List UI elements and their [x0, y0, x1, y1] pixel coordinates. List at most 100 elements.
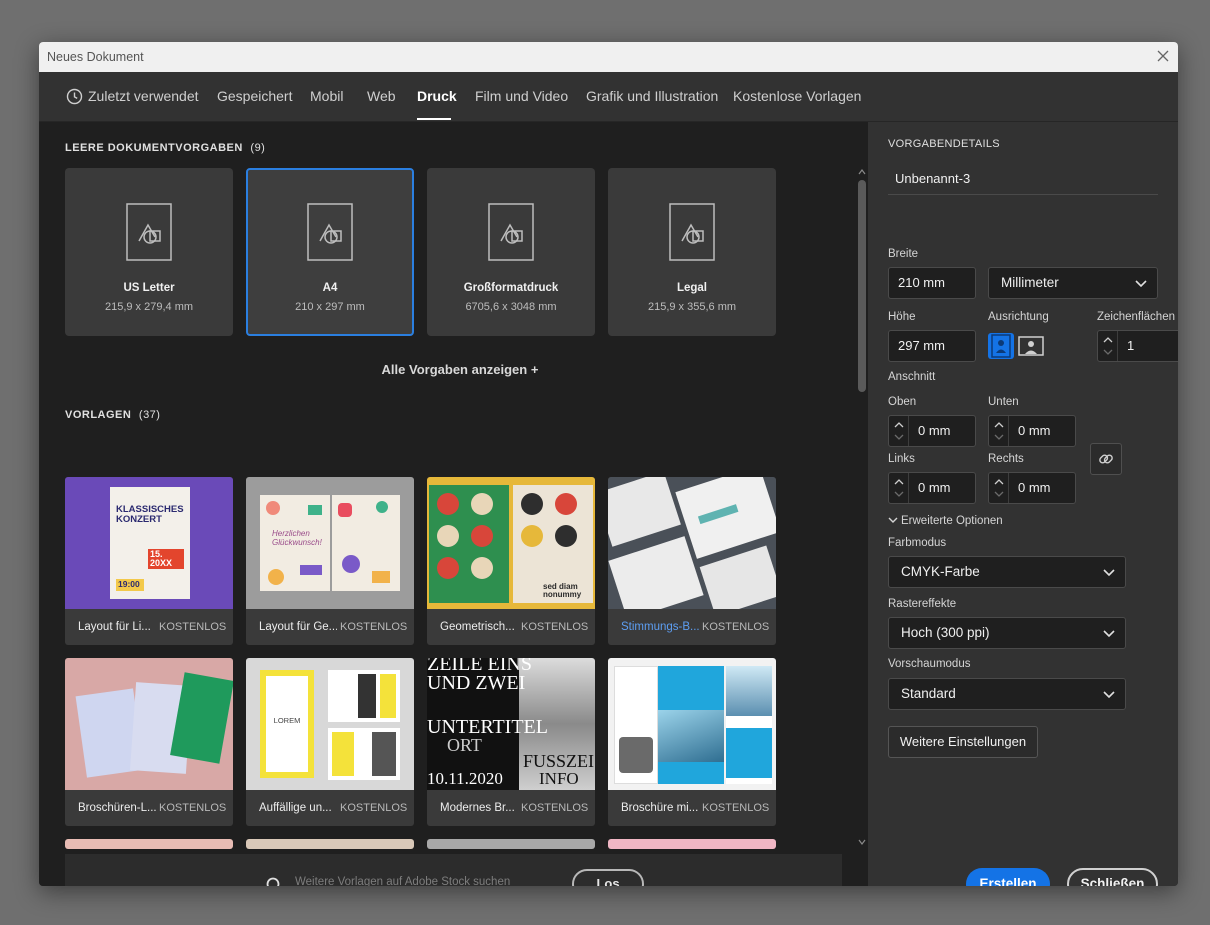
decor-dot — [471, 525, 493, 547]
poster-shape: KLASSISCHES KONZERT 15. 20XX 19:00 — [110, 487, 190, 599]
thumb-text: UNTERTITEL — [427, 716, 548, 738]
tab-saved[interactable]: Gespeichert — [217, 88, 292, 104]
window-title: Neues Dokument — [47, 50, 144, 64]
tab-film-video[interactable]: Film und Video — [475, 88, 568, 104]
tab-mobile[interactable]: Mobil — [310, 88, 343, 104]
show-all-presets-link[interactable]: Alle Vorgaben anzeigen + — [65, 362, 855, 377]
create-button[interactable]: Erstellen — [966, 868, 1050, 886]
chevron-down-icon[interactable] — [1103, 349, 1113, 356]
chevron-up-icon[interactable] — [894, 421, 904, 428]
clock-icon — [66, 88, 83, 105]
template-card[interactable]: ZEILE EINS UND ZWEI UNTERTITEL ORT 10.11… — [427, 658, 595, 826]
portrait-orientation-button[interactable] — [988, 333, 1014, 359]
preview-mode-select[interactable]: Standard — [888, 678, 1126, 710]
scrollbar-thumb[interactable] — [858, 180, 866, 392]
template-card[interactable] — [65, 839, 233, 849]
preset-large-format[interactable]: Großformatdruck 6705,6 x 3048 mm — [427, 168, 595, 336]
stock-search-input[interactable]: Weitere Vorlagen auf Adobe Stock suchen — [291, 872, 563, 886]
more-settings-button[interactable]: Weitere Einstellungen — [888, 726, 1038, 758]
preset-size: 215,9 x 279,4 mm — [104, 301, 194, 313]
bleed-right-value: 0 mm — [1018, 480, 1051, 495]
template-card[interactable] — [608, 839, 776, 849]
bleed-bottom-stepper[interactable]: 0 mm — [988, 415, 1076, 447]
chevron-down-icon — [888, 517, 898, 523]
thumb-text-box: 15. 20XX — [148, 549, 184, 569]
template-card[interactable] — [246, 839, 414, 849]
template-card[interactable] — [427, 839, 595, 849]
bleed-left-stepper[interactable]: 0 mm — [888, 472, 976, 504]
bleed-bottom-label: Unten — [988, 396, 1019, 408]
document-icon — [126, 203, 172, 261]
decor-dot — [697, 504, 739, 525]
tab-graphics[interactable]: Grafik und Illustration — [586, 88, 718, 104]
tab-web[interactable]: Web — [367, 88, 396, 104]
stepper-arrows[interactable] — [989, 473, 1009, 503]
decor-dot — [268, 569, 284, 585]
free-badge: KOSTENLOS — [340, 621, 408, 633]
close-icon[interactable] — [1154, 47, 1172, 65]
preset-a4[interactable]: A4 210 x 297 mm — [246, 168, 414, 336]
bleed-right-stepper[interactable]: 0 mm — [988, 472, 1076, 504]
template-card[interactable]: sed diam nonummy Geometrisch... KOSTENLO… — [427, 477, 595, 645]
chevron-down-icon — [1103, 569, 1115, 577]
template-thumbnail: KLASSISCHES KONZERT 15. 20XX 19:00 — [65, 477, 233, 609]
stepper-arrows[interactable] — [1098, 331, 1118, 361]
vertical-scrollbar[interactable] — [856, 166, 868, 848]
stepper-arrows[interactable] — [889, 416, 909, 446]
presets-count: (9) — [250, 142, 266, 154]
width-label: Breite — [888, 248, 919, 260]
artboards-stepper[interactable]: 1 — [1097, 330, 1178, 362]
decor-dot — [372, 732, 396, 776]
template-card[interactable]: LOREM Auffällige un... KOSTENLOS — [246, 658, 414, 826]
brochure-inner-shape: LOREM — [266, 676, 308, 772]
landscape-orientation-button[interactable] — [1018, 333, 1044, 359]
decor-dot — [437, 525, 459, 547]
link-bleed-button[interactable] — [1090, 443, 1122, 475]
template-card[interactable]: Herzlichen Glückwunsch! Layout für Ge...… — [246, 477, 414, 645]
chevron-up-icon[interactable] — [894, 478, 904, 485]
eagle-photo-shape — [619, 737, 653, 773]
free-badge: KOSTENLOS — [340, 802, 408, 814]
template-name: Auffällige un... — [259, 802, 332, 814]
chevron-up-icon[interactable] — [994, 478, 1004, 485]
template-card[interactable]: KLASSISCHES KONZERT 15. 20XX 19:00 Layout… — [65, 477, 233, 645]
preset-legal[interactable]: Legal 215,9 x 355,6 mm — [608, 168, 776, 336]
document-name-field[interactable]: Unbenannt-3 — [888, 165, 1158, 195]
chevron-down-icon[interactable] — [894, 434, 904, 441]
template-card[interactable]: Stimmungs-B... KOSTENLOS — [608, 477, 776, 645]
template-card[interactable]: Broschüre mi... KOSTENLOS — [608, 658, 776, 826]
template-thumbnail — [65, 658, 233, 790]
stepper-arrows[interactable] — [889, 473, 909, 503]
raster-select[interactable]: Hoch (300 ppi) — [888, 617, 1126, 649]
chevron-down-icon[interactable] — [894, 491, 904, 498]
tab-free-templates[interactable]: Kostenlose Vorlagen — [733, 88, 861, 104]
unit-select[interactable]: Millimeter — [988, 267, 1158, 299]
free-badge: KOSTENLOS — [159, 621, 227, 633]
search-go-button[interactable]: Los — [572, 869, 644, 886]
advanced-options-toggle[interactable]: Erweiterte Optionen — [888, 515, 1003, 527]
template-thumbnail: Herzlichen Glückwunsch! — [246, 477, 414, 609]
template-card[interactable]: Broschüren-L... KOSTENLOS — [65, 658, 233, 826]
width-field[interactable]: 210 mm — [888, 267, 976, 299]
preset-us-letter[interactable]: US Letter 215,9 x 279,4 mm — [65, 168, 233, 336]
scroll-up-icon[interactable] — [858, 168, 866, 176]
tab-recent[interactable]: Zuletzt verwendet — [88, 88, 199, 104]
presets-heading-text: LEERE DOKUMENTVORGABEN — [65, 142, 243, 154]
color-mode-select[interactable]: CMYK-Farbe — [888, 556, 1126, 588]
scroll-down-icon[interactable] — [858, 838, 866, 846]
template-thumbnail: sed diam nonummy — [427, 477, 595, 609]
link-icon — [1099, 454, 1113, 464]
stepper-arrows[interactable] — [989, 416, 1009, 446]
height-field[interactable]: 297 mm — [888, 330, 976, 362]
new-document-dialog: Neues Dokument Zuletzt verwendet Gespeic… — [39, 42, 1178, 886]
close-button[interactable]: Schließen — [1067, 868, 1158, 886]
bleed-left-value: 0 mm — [918, 480, 951, 495]
chevron-down-icon[interactable] — [994, 491, 1004, 498]
chevron-up-icon[interactable] — [1103, 336, 1113, 343]
tab-print[interactable]: Druck — [417, 88, 457, 104]
chevron-up-icon[interactable] — [994, 421, 1004, 428]
category-tabs: Zuletzt verwendet Gespeichert Mobil Web … — [39, 72, 1178, 122]
chevron-down-icon[interactable] — [994, 434, 1004, 441]
template-thumbnail: ZEILE EINS UND ZWEI UNTERTITEL ORT 10.11… — [427, 658, 595, 790]
bleed-top-stepper[interactable]: 0 mm — [888, 415, 976, 447]
